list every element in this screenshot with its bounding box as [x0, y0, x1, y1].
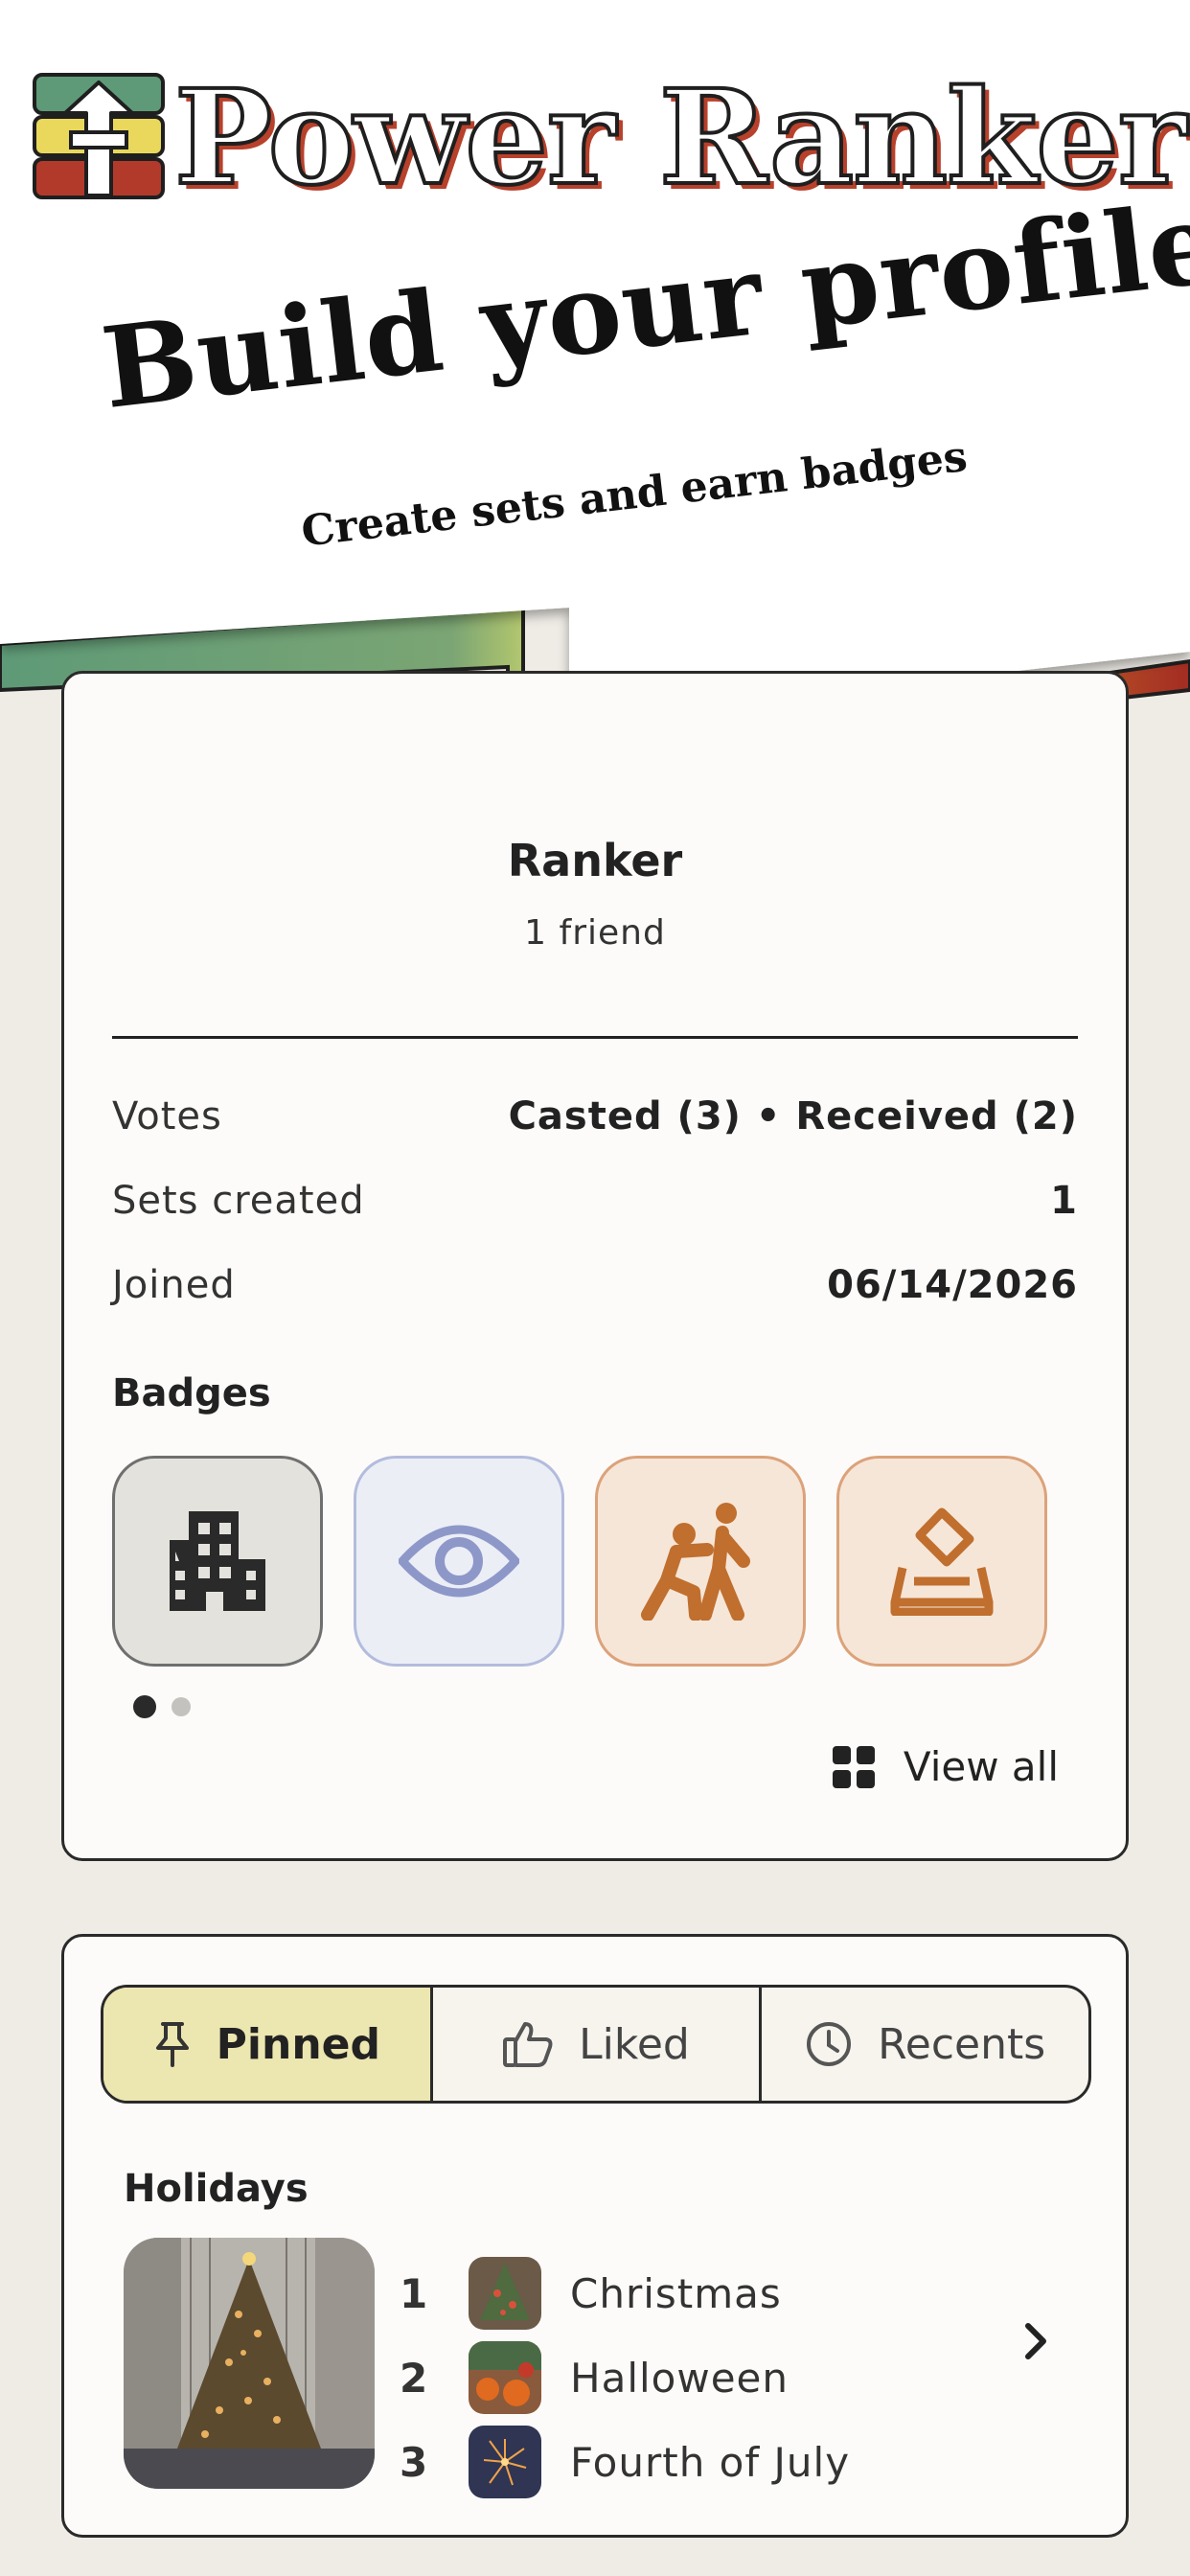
- app-logo: Power Ranker: [33, 59, 1188, 217]
- badge-pager[interactable]: [133, 1695, 191, 1718]
- eye-icon: [399, 1525, 519, 1598]
- rank-number: 1: [400, 2269, 428, 2317]
- stat-value: 1: [1050, 1179, 1078, 1223]
- sets-card: Pinned Liked Recents Holidays 1 Christma…: [61, 1934, 1129, 2538]
- sets-tabs: Pinned Liked Recents: [101, 1985, 1091, 2104]
- stat-votes: Votes Casted (3) • Received (2): [112, 1088, 1078, 1145]
- stat-label: Votes: [112, 1094, 222, 1138]
- ranked-item[interactable]: 2 Halloween: [400, 2339, 789, 2416]
- rank-number: 3: [400, 2438, 428, 2486]
- chevron-right-icon: [1025, 2323, 1046, 2359]
- badge-pushing[interactable]: [595, 1456, 806, 1667]
- logo-icon: [33, 73, 165, 199]
- item-thumbnail: [469, 2426, 541, 2498]
- header: Power Ranker Build your profile Create s…: [0, 0, 1190, 786]
- building-icon: [170, 1511, 265, 1611]
- item-thumbnail: [469, 2257, 541, 2330]
- tab-label: Liked: [579, 2019, 690, 2069]
- badge-building[interactable]: [112, 1456, 323, 1667]
- item-name: Fourth of July: [570, 2438, 851, 2486]
- tab-liked[interactable]: Liked: [429, 1988, 760, 2101]
- app-name: Power Ranker: [172, 59, 1188, 217]
- halloween-thumbnail: [469, 2341, 541, 2414]
- ranked-item[interactable]: 1 Christmas: [400, 2255, 782, 2332]
- profile-card: Ranker 1 friend Votes Casted (3) • Recei…: [61, 671, 1129, 1861]
- view-all-label: View all: [903, 1743, 1059, 1790]
- thumbs-up-icon: [503, 2022, 553, 2067]
- pager-dot-active[interactable]: [133, 1695, 156, 1718]
- stat-value: 06/14/2026: [827, 1263, 1078, 1307]
- tab-label: Recents: [878, 2019, 1046, 2069]
- stat-value: Casted (3) • Received (2): [508, 1094, 1078, 1138]
- people-pushing-icon: [641, 1503, 750, 1621]
- badge-ballot[interactable]: [836, 1456, 1047, 1667]
- stat-joined: Joined 06/14/2026: [112, 1256, 1078, 1314]
- ballot-box-icon: [890, 1507, 994, 1616]
- tab-pinned[interactable]: Pinned: [103, 1988, 430, 2101]
- divider: [112, 1036, 1078, 1039]
- set-title[interactable]: Holidays: [124, 2167, 309, 2211]
- stat-sets-created: Sets created 1: [112, 1172, 1078, 1230]
- set-cover-image[interactable]: [124, 2238, 375, 2489]
- badges-title: Badges: [112, 1371, 271, 1415]
- pin-icon: [155, 2022, 189, 2067]
- christmas-thumbnail: [469, 2257, 541, 2330]
- ranked-item[interactable]: 3 Fourth of July: [400, 2424, 850, 2500]
- fireworks-thumbnail: [469, 2426, 541, 2498]
- item-name: Christmas: [570, 2269, 782, 2317]
- rank-number: 2: [400, 2354, 428, 2402]
- open-set-button[interactable]: [1022, 2320, 1049, 2366]
- tab-recents[interactable]: Recents: [759, 1988, 1088, 2101]
- clock-icon: [807, 2022, 852, 2066]
- view-all-button[interactable]: View all: [832, 1743, 1059, 1790]
- pager-dot[interactable]: [172, 1697, 191, 1716]
- tab-label: Pinned: [216, 2019, 380, 2069]
- friends-count[interactable]: 1 friend: [64, 913, 1126, 953]
- stat-label: Sets created: [112, 1179, 365, 1223]
- profile-name: Ranker: [507, 835, 683, 886]
- grid-icon: [832, 1745, 875, 1788]
- item-thumbnail: [469, 2341, 541, 2414]
- christmas-tree-photo: [124, 2238, 375, 2489]
- badge-eye[interactable]: [354, 1456, 564, 1667]
- item-name: Halloween: [570, 2354, 790, 2402]
- stat-label: Joined: [112, 1263, 236, 1307]
